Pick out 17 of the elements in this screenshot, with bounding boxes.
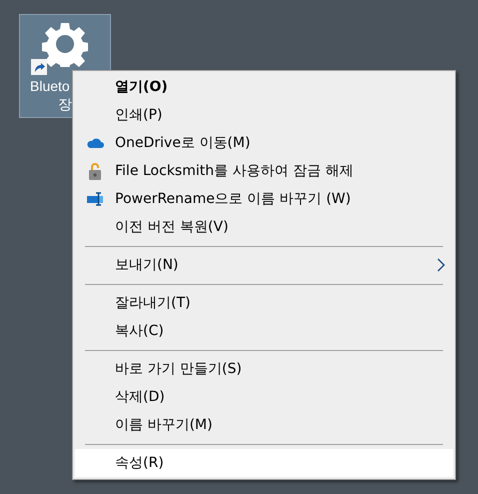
menu-item[interactable]: 바로 가기 만들기(S) <box>75 355 453 383</box>
chevron-right-icon <box>437 258 445 272</box>
menu-item[interactable]: 이름 바꾸기(M) <box>75 411 453 439</box>
menu-item[interactable]: PowerRename으로 이름 바꾸기 (W) <box>75 185 453 213</box>
padlock-icon <box>86 162 104 180</box>
gear-icon <box>42 21 88 67</box>
menu-item[interactable]: OneDrive로 이동(M) <box>75 129 453 157</box>
rename-icon <box>86 190 104 208</box>
menu-item[interactable]: 복사(C) <box>75 317 453 345</box>
menu-item[interactable]: File Locksmith를 사용하여 잠금 해제 <box>75 157 453 185</box>
menu-item[interactable]: 보내기(N) <box>75 251 453 279</box>
menu-item[interactable]: 이전 버전 복원(V) <box>75 213 453 241</box>
icon-label: 장 <box>58 95 72 113</box>
menu-item[interactable]: 속성(R) <box>75 449 453 477</box>
icon-label: Blueto <box>30 77 70 95</box>
menu-item[interactable]: 잘라내기(T) <box>75 289 453 317</box>
menu-item[interactable]: 삭제(D) <box>75 383 453 411</box>
